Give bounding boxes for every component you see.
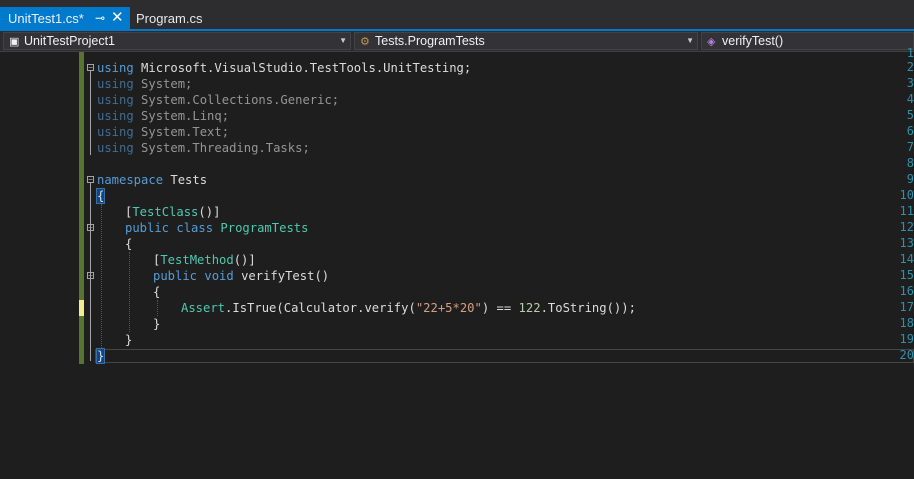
matched-brace: { bbox=[95, 188, 106, 204]
pin-icon[interactable]: ⊸ bbox=[95, 7, 105, 30]
code-line: { bbox=[95, 188, 106, 204]
line-number: 1 bbox=[906, 46, 914, 60]
code-line: public void verifyTest() bbox=[153, 269, 330, 283]
chevron-down-icon[interactable]: ▼ bbox=[686, 33, 694, 49]
collapse-icon[interactable]: − bbox=[87, 176, 94, 184]
line-number: 12 bbox=[899, 220, 914, 234]
close-icon[interactable]: ✕ bbox=[111, 6, 124, 29]
class-label: Tests.ProgramTests bbox=[375, 34, 485, 48]
code-line: using System.Linq; bbox=[97, 109, 230, 123]
line-number: 9 bbox=[906, 172, 914, 186]
change-marker-unsaved bbox=[79, 300, 84, 316]
code-line: using System.Text; bbox=[97, 125, 230, 139]
code-line: } bbox=[125, 333, 133, 347]
class-dropdown[interactable]: ⚙ Tests.ProgramTests ▼ bbox=[354, 32, 698, 50]
line-number: 3 bbox=[906, 76, 914, 90]
collapse-icon[interactable]: − bbox=[87, 272, 94, 280]
code-line: public class ProgramTests bbox=[125, 221, 309, 235]
code-line: { bbox=[153, 285, 161, 299]
line-number: 2 bbox=[906, 60, 914, 74]
code-line: } bbox=[95, 348, 106, 364]
line-number: 8 bbox=[906, 156, 914, 170]
line-number: 6 bbox=[906, 124, 914, 138]
line-number: 17 bbox=[899, 300, 914, 314]
line-number: 16 bbox=[899, 284, 914, 298]
code-line: namespace Tests bbox=[97, 173, 208, 187]
indent-guide bbox=[101, 204, 102, 348]
member-label: verifyTest() bbox=[722, 34, 784, 48]
project-label: UnitTestProject1 bbox=[24, 34, 116, 48]
current-line-highlight bbox=[95, 349, 914, 363]
line-number: 11 bbox=[899, 204, 914, 218]
outline-line bbox=[90, 71, 91, 155]
line-number: 5 bbox=[906, 108, 914, 122]
line-number: 14 bbox=[899, 252, 914, 266]
line-number: 10 bbox=[899, 188, 914, 202]
code-line: [TestMethod()] bbox=[153, 253, 256, 267]
code-line: Assert.IsTrue(Calculator.verify("22+5*20… bbox=[181, 301, 636, 315]
tab-label: UnitTest1.cs* bbox=[8, 11, 84, 26]
class-icon: ⚙ bbox=[360, 36, 370, 48]
document-tab-strip: UnitTest1.cs* ⊸ ✕ Program.cs bbox=[0, 0, 914, 30]
matched-brace: } bbox=[95, 348, 106, 364]
csharp-project-icon: ▣ bbox=[9, 36, 20, 48]
line-number: 4 bbox=[906, 92, 914, 106]
collapse-icon[interactable]: − bbox=[87, 64, 94, 72]
code-line: using Microsoft.VisualStudio.TestTools.U… bbox=[97, 61, 472, 75]
code-editor[interactable]: 1 2 3 4 5 6 7 8 9 10 11 12 13 14 15 16 1… bbox=[0, 46, 914, 479]
change-marker-saved bbox=[79, 52, 84, 300]
tab-program[interactable]: Program.cs bbox=[134, 7, 202, 30]
line-number: 7 bbox=[906, 140, 914, 154]
line-number: 13 bbox=[899, 236, 914, 250]
code-line: { bbox=[125, 237, 133, 251]
navigation-bar: ▣ UnitTestProject1 ▼ ⚙ Tests.ProgramTest… bbox=[0, 31, 914, 52]
chevron-down-icon[interactable]: ▼ bbox=[339, 33, 347, 49]
project-dropdown[interactable]: ▣ UnitTestProject1 ▼ bbox=[3, 32, 351, 50]
tab-label: Program.cs bbox=[136, 11, 203, 26]
code-line: [TestClass()] bbox=[125, 205, 221, 219]
line-number: 18 bbox=[899, 316, 914, 330]
code-line: using System.Threading.Tasks; bbox=[97, 141, 310, 155]
change-marker-saved bbox=[79, 316, 84, 364]
code-line: using System.Collections.Generic; bbox=[97, 93, 340, 107]
method-icon: ◈ bbox=[707, 36, 716, 48]
line-number: 15 bbox=[899, 268, 914, 282]
line-number: 19 bbox=[899, 332, 914, 346]
collapse-icon[interactable]: − bbox=[87, 224, 94, 232]
code-line: using System; bbox=[97, 77, 193, 91]
tab-unittest1[interactable]: UnitTest1.cs* ⊸ ✕ bbox=[0, 7, 130, 30]
indent-guide bbox=[157, 300, 158, 316]
indent-guide bbox=[129, 252, 130, 332]
code-line: } bbox=[153, 317, 161, 331]
